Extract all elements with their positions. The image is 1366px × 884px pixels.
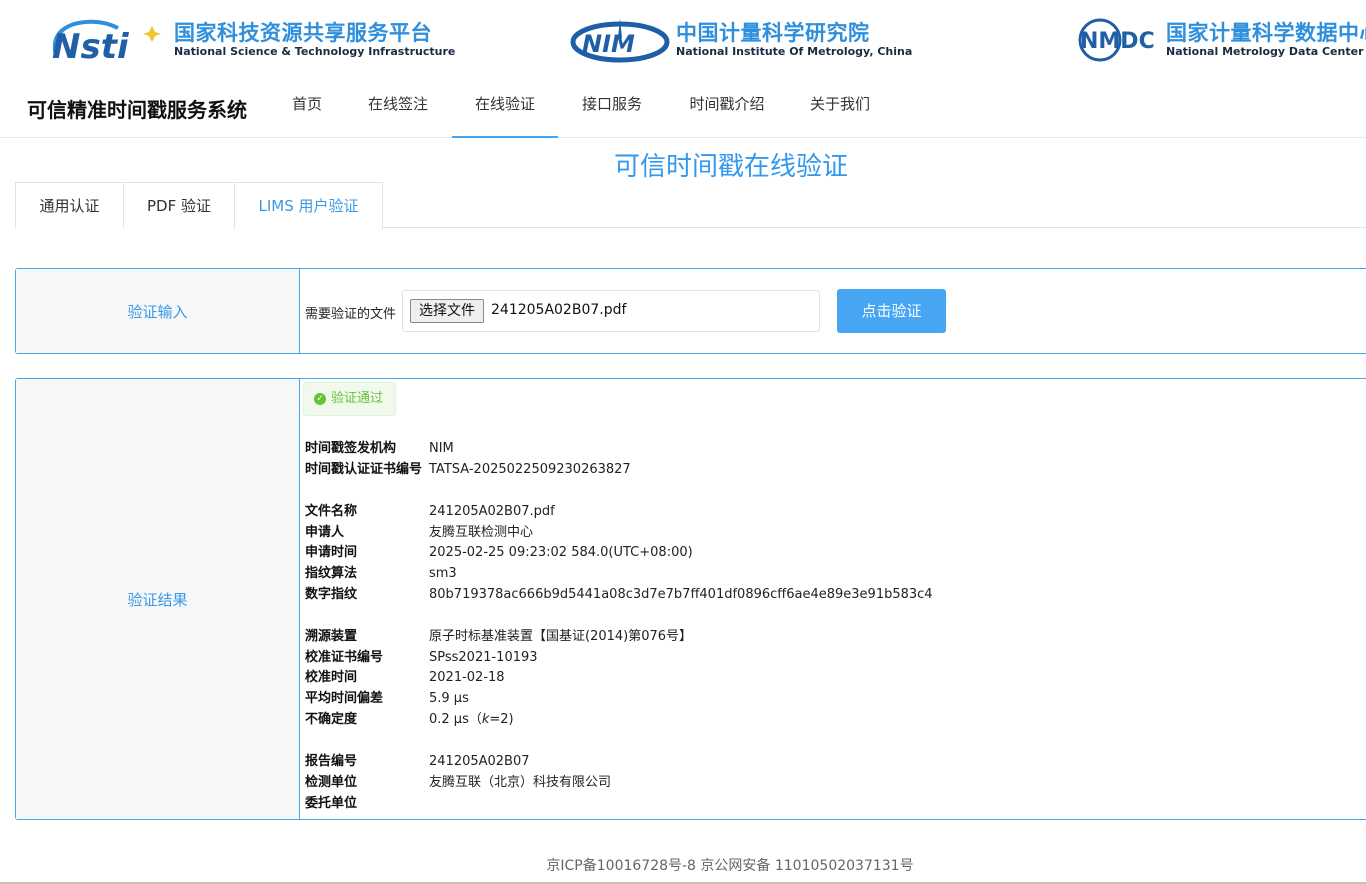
applicant-key: 申请人 <box>305 525 345 540</box>
main-nav: 可信精准时间戳服务系统 首页 在线签注 在线验证 接口服务 时间戳介绍 关于我们 <box>0 78 1366 138</box>
digest-key: 数字指纹 <box>305 587 358 602</box>
nim-logo-cn: 中国计量科学研究院 <box>676 21 870 45</box>
nav-item-timestamp-intro[interactable]: 时间戳介绍 <box>672 78 782 138</box>
svg-text:NIM: NIM <box>582 30 635 58</box>
nim-logo[interactable]: NIM 中国计量科学研究院 National Institute Of Metr… <box>570 14 912 66</box>
nmdc-logo-icon: NMDC <box>1078 18 1155 62</box>
digest-value: 80b719378ac666b9d5441a08c3d7e7b7ff401df0… <box>429 587 933 602</box>
nsti-logo-en: National Science & Technology Infrastruc… <box>174 45 456 58</box>
verify-input-panel: 验证输入 需要验证的文件 选择文件 241205A02B07.pdf 点击验证 <box>15 268 1366 354</box>
nsti-logo-cn: 国家科技资源共享服务平台 <box>174 21 432 45</box>
lab-key: 检测单位 <box>305 775 358 790</box>
check-circle-icon: ✓ <box>314 393 326 405</box>
uncertainty-value: 0.2 μs（k=2) <box>429 710 514 730</box>
uncertainty-value-a: 0.2 μs（ <box>429 712 482 727</box>
issuer-key: 时间戳签发机构 <box>305 441 397 456</box>
cert-value: TATSA-2025022509230263827 <box>429 462 631 477</box>
nim-logo-icon: NIM <box>570 18 670 63</box>
tab-general-auth[interactable]: 通用认证 <box>15 182 124 228</box>
nav-item-online-sign[interactable]: 在线签注 <box>352 78 444 138</box>
filename-key: 文件名称 <box>305 504 358 519</box>
file-input[interactable]: 选择文件 241205A02B07.pdf <box>402 290 820 332</box>
nsti-logo[interactable]: Nsti 国家科技资源共享服务平台 National Science & Tec… <box>48 14 455 66</box>
svg-text:NMDC: NMDC <box>1080 29 1155 54</box>
nav-item-online-verify[interactable]: 在线验证 <box>452 78 558 138</box>
lab-value: 友腾互联（北京）科技有限公司 <box>429 775 612 790</box>
cert-key: 时间戳认证证书编号 <box>305 462 423 477</box>
report-key: 报告编号 <box>305 754 358 769</box>
issuer-value: NIM <box>429 441 454 456</box>
applicant-value: 友腾互联检测中心 <box>429 525 534 540</box>
file-field-label: 需要验证的文件 <box>305 307 397 322</box>
calib-time-key: 校准时间 <box>305 670 358 685</box>
nmdc-logo-en: National Metrology Data Center <box>1166 45 1364 58</box>
nsti-logo-icon: Nsti <box>52 19 161 64</box>
calib-cert-value: SPss2021-10193 <box>429 650 538 665</box>
source-key: 溯源装置 <box>305 629 358 644</box>
nav-item-about-us[interactable]: 关于我们 <box>794 78 886 138</box>
apply-time-value: 2025-02-25 09:23:02 584.0(UTC+08:00) <box>429 545 693 560</box>
offset-key: 平均时间偏差 <box>305 691 384 706</box>
uncertainty-value-b: =2) <box>489 712 514 727</box>
tab-pdf-verify[interactable]: PDF 验证 <box>123 182 235 228</box>
nmdc-logo-cn: 国家计量科学数据中心 <box>1166 21 1366 45</box>
report-value: 241205A02B07 <box>429 754 530 769</box>
verify-result-label: 验证结果 <box>16 379 300 819</box>
status-badge-text: 验证通过 <box>331 391 384 406</box>
verify-tabs: 通用认证 PDF 验证 LIMS 用户验证 <box>15 182 1366 229</box>
logo-bar: Nsti 国家科技资源共享服务平台 National Science & Tec… <box>0 0 1366 78</box>
calib-time-value: 2021-02-18 <box>429 670 505 685</box>
status-badge: ✓ 验证通过 <box>303 382 397 416</box>
footer-icp[interactable]: 京ICP备10016728号-8 京公网安备 11010502037131号 <box>0 855 1366 875</box>
nim-logo-en: National Institute Of Metrology, China <box>676 45 913 58</box>
choose-file-button[interactable]: 选择文件 <box>410 299 484 323</box>
offset-value: 5.9 μs <box>429 691 469 706</box>
verify-input-label: 验证输入 <box>16 269 300 353</box>
source-value: 原子时标基准装置【国基证(2014)第076号】 <box>429 629 693 644</box>
verify-result-panel: 验证结果 ✓ 验证通过 时间戳签发机构 NIM 时间戳认证证书编号 TATSA-… <box>15 378 1366 820</box>
nav-item-api-service[interactable]: 接口服务 <box>566 78 658 138</box>
verify-button[interactable]: 点击验证 <box>837 289 946 333</box>
filename-value: 241205A02B07.pdf <box>429 504 555 519</box>
nav-item-home[interactable]: 首页 <box>275 78 339 138</box>
page-title: 可信时间戳在线验证 <box>613 152 848 182</box>
selected-file-name: 241205A02B07.pdf <box>491 302 627 318</box>
algorithm-key: 指纹算法 <box>305 566 358 581</box>
tab-lims-verify[interactable]: LIMS 用户验证 <box>234 182 383 229</box>
algorithm-value: sm3 <box>429 566 457 581</box>
client-key: 委托单位 <box>305 796 358 811</box>
calib-cert-key: 校准证书编号 <box>305 650 384 665</box>
apply-time-key: 申请时间 <box>305 545 358 560</box>
svg-text:Nsti: Nsti <box>52 27 130 64</box>
nmdc-logo[interactable]: NMDC 国家计量科学数据中心 National Metrology Data … <box>1078 14 1366 66</box>
site-brand[interactable]: 可信精准时间戳服务系统 <box>27 94 247 123</box>
uncertainty-key: 不确定度 <box>305 712 358 727</box>
